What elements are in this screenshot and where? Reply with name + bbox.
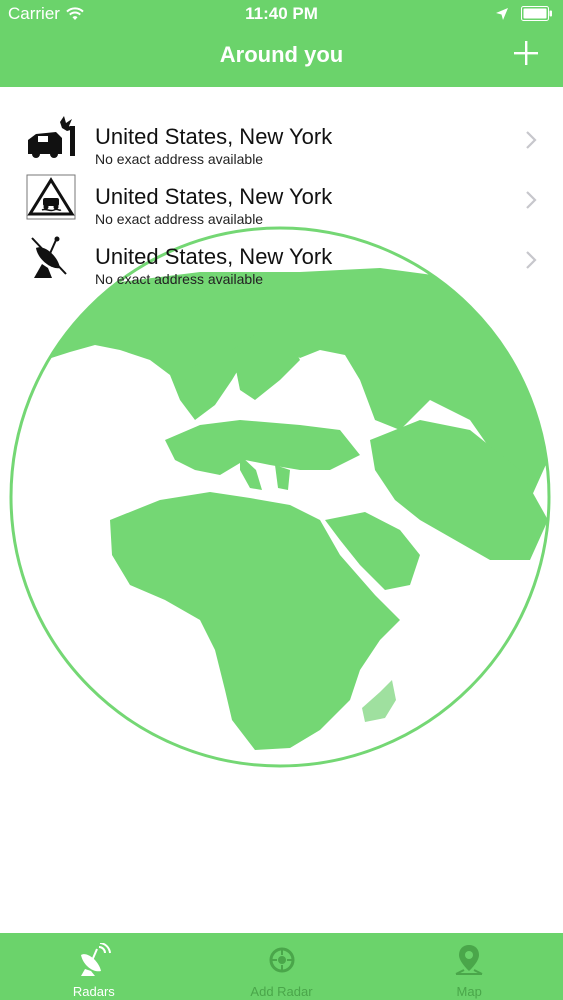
chevron-right-icon	[526, 131, 537, 149]
car-crash-icon	[28, 116, 75, 158]
radar-subtitle: No exact address available	[95, 211, 264, 227]
road-hazard-sign-icon	[26, 174, 76, 220]
radar-title: United States, New York	[95, 124, 333, 149]
add-radar-icon	[269, 947, 294, 973]
radar-list: United States, New York No exact address…	[0, 108, 563, 288]
status-time: 11:40 PM	[245, 4, 318, 23]
battery-icon	[521, 6, 552, 21]
radar-dish-icon	[31, 236, 67, 278]
radar-subtitle: No exact address available	[95, 271, 264, 287]
list-item[interactable]: United States, New York No exact address…	[0, 168, 563, 228]
top-bar: Carrier 11:40 PM Around you	[0, 0, 563, 87]
tab-bar: Radars Add Radar Map	[0, 933, 563, 1000]
radar-title: United States, New York	[95, 244, 333, 269]
location-arrow-icon	[496, 7, 508, 20]
map-pin-icon	[455, 945, 483, 975]
tab-label: Map	[456, 984, 482, 999]
page-title: Around you	[219, 42, 344, 67]
radar-subtitle: No exact address available	[95, 151, 264, 167]
chevron-right-icon	[526, 191, 537, 209]
tab-add-radar[interactable]: Add Radar	[188, 933, 376, 1000]
status-right	[495, 6, 553, 21]
chevron-right-icon	[526, 251, 537, 269]
radar-dish-icon	[80, 943, 111, 976]
tab-map[interactable]: Map	[375, 933, 563, 1000]
list-item[interactable]: United States, New York No exact address…	[0, 108, 563, 168]
tab-label: Radars	[72, 984, 115, 999]
list-item[interactable]: United States, New York No exact address…	[0, 228, 563, 288]
plus-icon[interactable]	[513, 40, 539, 66]
radar-title: United States, New York	[95, 184, 333, 209]
tab-label: Add Radar	[250, 984, 313, 999]
tab-radars[interactable]: Radars	[0, 933, 188, 1000]
